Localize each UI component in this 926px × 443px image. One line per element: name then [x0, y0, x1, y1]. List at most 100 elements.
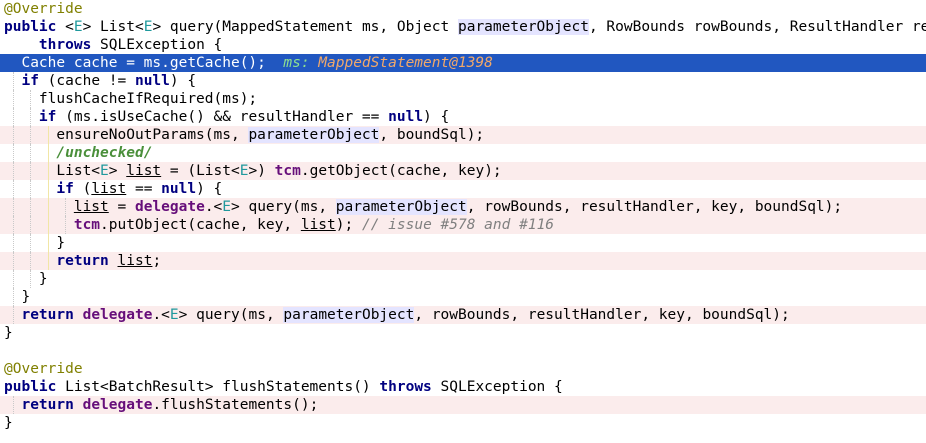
code-line-content: list = delegate.<E> query(ms, parameterO…: [0, 199, 842, 215]
code-line[interactable]: public <E> List<E> query(MappedStatement…: [0, 18, 926, 36]
keyword-token: if: [56, 181, 74, 197]
type-param-token: E: [100, 163, 109, 179]
code-line-content: public <E> List<E> query(MappedStatement…: [0, 19, 926, 35]
code-line[interactable]: if (ms.isUseCache() && resultHandler == …: [0, 108, 926, 126]
keyword-token: if: [38, 109, 57, 125]
indent-guide: [64, 216, 66, 234]
code-text: .flushStatements();: [152, 397, 319, 413]
code-line[interactable]: List<E> list = (List<E>) tcm.getObject(c…: [0, 162, 926, 180]
indent-guide: [12, 306, 14, 324]
keyword-token: public: [4, 379, 57, 395]
comment-token: // issue #578 and #116: [361, 217, 555, 233]
code-text: ) {: [196, 181, 223, 197]
code-line-content: Cache cache = ms.getCache(); ms: MappedS…: [0, 55, 492, 71]
indent-guide: [30, 126, 32, 144]
code-line[interactable]: list = delegate.<E> query(ms, parameterO…: [0, 198, 926, 216]
code-line[interactable]: @Override: [0, 0, 926, 18]
code-line[interactable]: @Override: [0, 360, 926, 378]
code-text: =: [108, 199, 135, 215]
type-param-token: E: [222, 199, 232, 215]
indent-guide: [30, 162, 32, 180]
parameter-token: parameterObject: [457, 19, 589, 35]
field-token: delegate: [82, 307, 153, 323]
code-text: .<: [204, 199, 223, 215]
code-line[interactable]: [0, 342, 926, 360]
code-line[interactable]: /unchecked/: [0, 144, 926, 162]
keyword-token: null: [388, 109, 424, 125]
code-line-content: }: [0, 271, 48, 287]
indent-guide: [12, 288, 14, 306]
code-line-content: }: [0, 415, 13, 431]
code-text: ==: [126, 181, 162, 197]
code-line-content: flushCacheIfRequired(ms);: [0, 91, 257, 107]
code-line-content: if (ms.isUseCache() && resultHandler == …: [0, 109, 449, 125]
code-line[interactable]: throws SQLException {: [0, 36, 926, 54]
annotation-token: @Override: [4, 1, 83, 17]
code-editor[interactable]: @Override public <E> List<E> query(Mapped…: [0, 0, 926, 443]
code-line-content: throws SQLException {: [0, 37, 222, 53]
code-line[interactable]: }: [0, 288, 926, 306]
code-text: ) {: [169, 73, 197, 89]
type-param-token: E: [169, 307, 179, 323]
code-line[interactable]: }: [0, 270, 926, 288]
indent-guide: [12, 216, 14, 234]
indent-guide: [30, 234, 32, 252]
code-line-content: [0, 343, 4, 359]
code-line[interactable]: tcm.putObject(cache, key, list); // issu…: [0, 216, 926, 234]
code-text: , boundSql);: [379, 127, 485, 143]
code-line[interactable]: public List<BatchResult> flushStatements…: [0, 378, 926, 396]
code-line[interactable]: flushCacheIfRequired(ms);: [0, 90, 926, 108]
code-line-content: return list;: [0, 253, 161, 269]
keyword-token: if: [21, 73, 39, 89]
code-line-content: List<E> list = (List<E>) tcm.getObject(c…: [0, 163, 501, 179]
indent-guide: [12, 252, 14, 270]
parameter-token: parameterObject: [283, 307, 415, 323]
code-line[interactable]: return delegate.<E> query(ms, parameterO…: [0, 306, 926, 324]
code-line-content: if (cache != null) {: [0, 73, 196, 89]
annotation-token: @Override: [4, 361, 83, 377]
indent-guide: [47, 144, 49, 162]
type-param-token: E: [73, 19, 83, 35]
code-line-current[interactable]: Cache cache = ms.getCache(); ms: MappedS…: [0, 54, 926, 72]
code-line[interactable]: if (cache != null) {: [0, 72, 926, 90]
variable-token: list: [73, 199, 109, 215]
code-line[interactable]: return delegate.flushStatements();: [0, 396, 926, 414]
parameter-token: parameterObject: [248, 127, 380, 143]
indent-guide: [12, 126, 14, 144]
code-text: Cache cache = ms.getCache();: [4, 55, 284, 71]
indent-guide: [47, 180, 49, 198]
inspection-comment-token: /unchecked/: [56, 145, 153, 161]
indent-guide: [12, 180, 14, 198]
indent-guide: [30, 180, 32, 198]
indent-guide: [12, 198, 14, 216]
variable-token: list: [91, 181, 127, 197]
indent-guide: [30, 90, 32, 108]
keyword-token: return: [56, 253, 109, 269]
indent-guide: [12, 396, 14, 414]
code-line[interactable]: }: [0, 414, 926, 432]
code-line[interactable]: return list;: [0, 252, 926, 270]
code-line[interactable]: if (list == null) {: [0, 180, 926, 198]
keyword-token: null: [134, 73, 170, 89]
code-text: > query(ms,: [231, 199, 336, 215]
indent-guide: [47, 162, 49, 180]
code-text: (: [73, 181, 92, 197]
code-line[interactable]: ensureNoOutParams(ms, parameterObject, b…: [0, 126, 926, 144]
indent-guide: [12, 144, 14, 162]
code-text: }: [4, 415, 13, 431]
code-line-content: return delegate.<E> query(ms, parameterO…: [0, 307, 790, 323]
indent-guide: [47, 126, 49, 144]
keyword-token: return: [21, 397, 74, 413]
indent-guide: [64, 198, 66, 216]
code-text: ) {: [423, 109, 450, 125]
code-text: (cache !=: [38, 73, 135, 89]
code-text: List<BatchResult> flushStatements(): [56, 379, 380, 395]
code-text: , rowBounds, resultHandler, key, boundSq…: [414, 307, 790, 323]
code-line-content: }: [0, 325, 13, 341]
code-line[interactable]: }: [0, 234, 926, 252]
code-line[interactable]: }: [0, 324, 926, 342]
parameter-token: parameterObject: [335, 199, 467, 215]
